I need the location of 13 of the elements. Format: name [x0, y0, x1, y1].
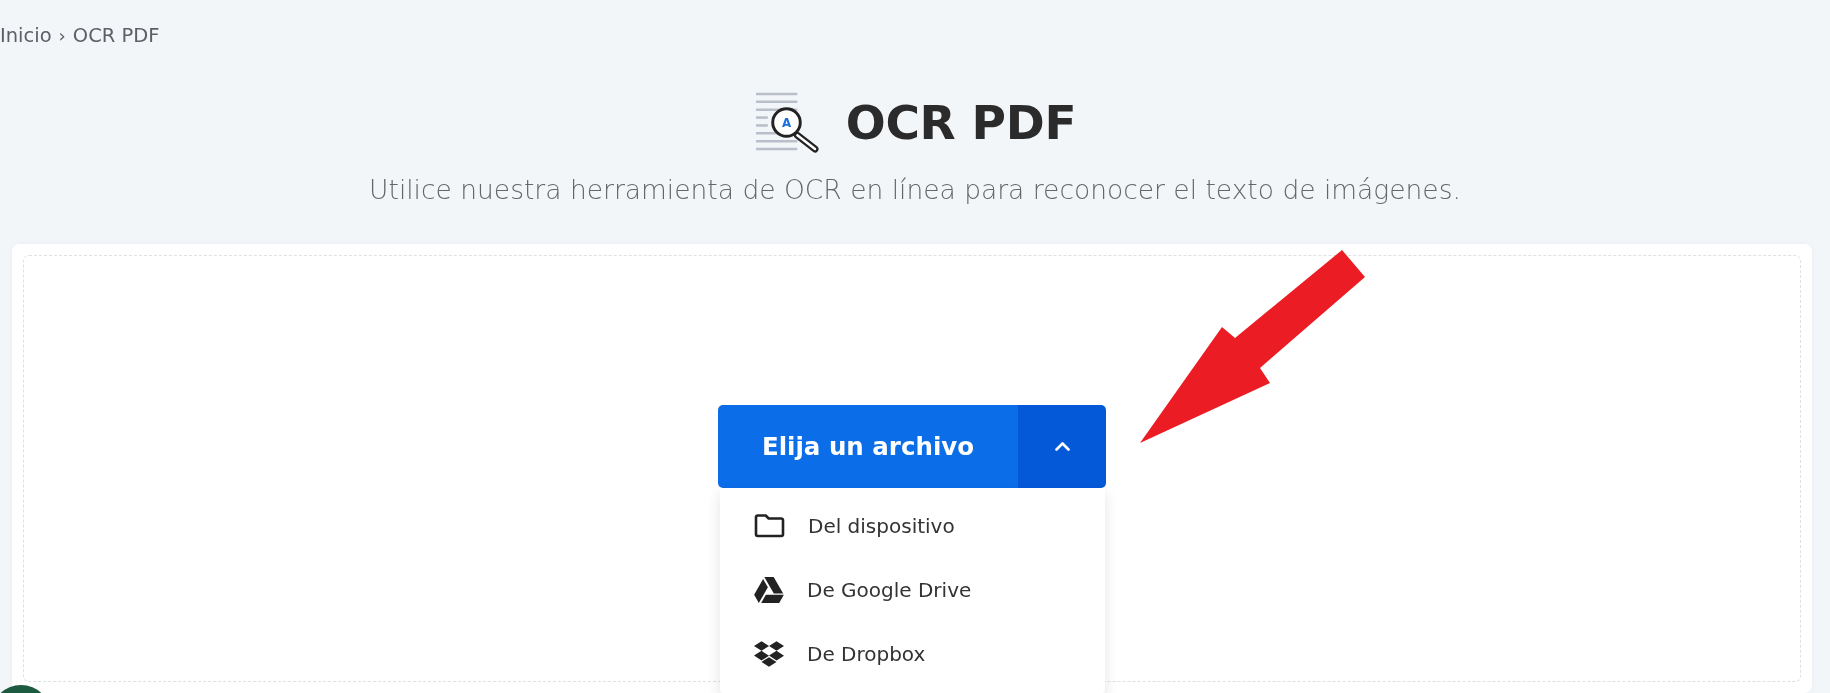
chevron-up-icon — [1054, 441, 1070, 452]
breadcrumb-separator: › — [58, 24, 66, 46]
page-subtitle: Utilice nuestra herramienta de OCR en línea para reconocer el texto de imágenes. — [369, 174, 1461, 206]
dropdown-toggle[interactable] — [1018, 405, 1106, 488]
breadcrumb-link[interactable]: Inicio — [0, 23, 52, 47]
page-title: OCR PDF — [845, 98, 1077, 146]
dropbox-icon — [754, 641, 784, 667]
choose-file-button[interactable]: Elija un archivo — [718, 405, 1018, 488]
google-drive-icon — [754, 577, 784, 603]
menu-item[interactable]: De Google Drive — [720, 558, 1105, 622]
breadcrumb-current: OCR PDF — [72, 23, 160, 47]
folder-icon — [754, 514, 785, 538]
menu-item[interactable]: Del dispositivo — [720, 494, 1105, 558]
